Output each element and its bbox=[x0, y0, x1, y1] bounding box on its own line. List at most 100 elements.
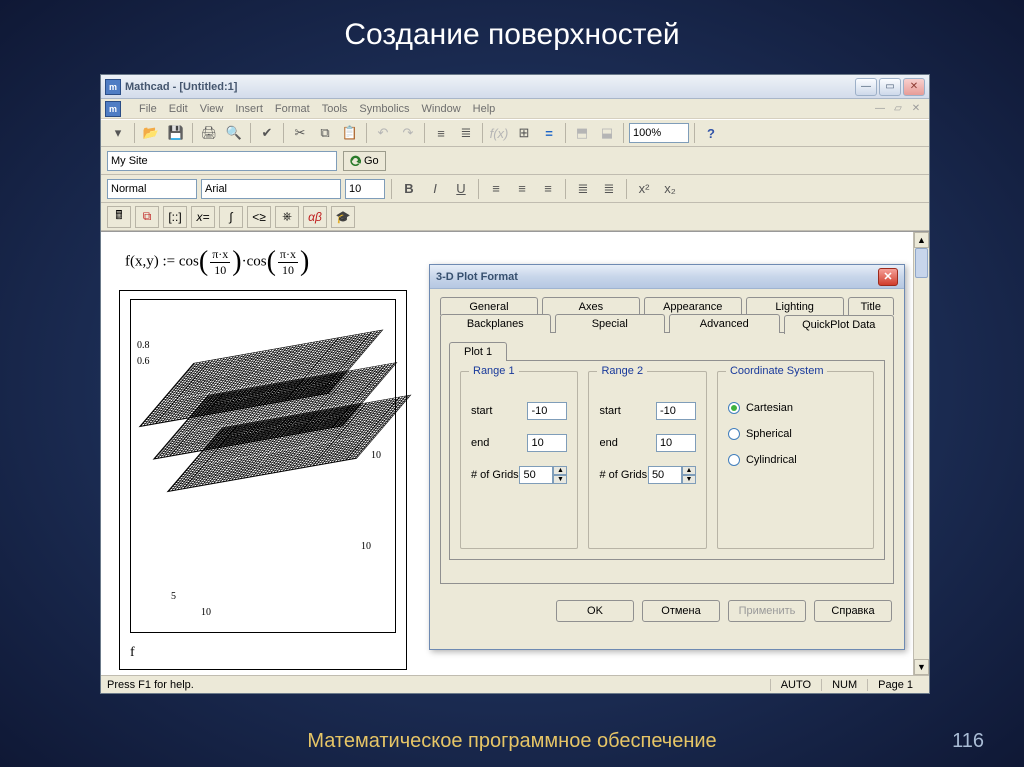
plot-3d-area[interactable]: 0.8 0.6 10 5 10 10 bbox=[130, 299, 396, 633]
style-combo[interactable] bbox=[107, 179, 197, 199]
matrix-icon[interactable]: [::] bbox=[163, 206, 187, 228]
menu-edit[interactable]: Edit bbox=[169, 103, 188, 115]
range1-start-input[interactable] bbox=[527, 402, 567, 420]
component2-icon[interactable]: ⬓ bbox=[596, 122, 618, 144]
menu-help[interactable]: Help bbox=[473, 103, 496, 115]
bold-icon[interactable]: B bbox=[398, 178, 420, 200]
menu-file[interactable]: File bbox=[139, 103, 157, 115]
help-icon[interactable]: ? bbox=[700, 122, 722, 144]
radio-cylindrical[interactable]: Cylindrical bbox=[728, 454, 863, 466]
scroll-up-icon[interactable]: ▲ bbox=[914, 232, 929, 248]
boolean-icon[interactable]: <≥ bbox=[247, 206, 271, 228]
fontsize-combo[interactable] bbox=[345, 179, 385, 199]
ok-button[interactable]: OK bbox=[556, 600, 634, 622]
zoom-combo[interactable] bbox=[629, 123, 689, 143]
mdi-restore-icon[interactable]: ▱ bbox=[891, 103, 905, 114]
menu-insert[interactable]: Insert bbox=[235, 103, 263, 115]
component-icon[interactable]: ⬒ bbox=[571, 122, 593, 144]
menu-format[interactable]: Format bbox=[275, 103, 310, 115]
italic-icon[interactable]: I bbox=[424, 178, 446, 200]
open-icon[interactable]: 📂 bbox=[140, 122, 162, 144]
formula-region[interactable]: f(x,y) := cos(π·x10)·cos(π·x10) bbox=[125, 246, 309, 278]
cancel-button[interactable]: Отмена bbox=[642, 600, 720, 622]
mdi-minimize-icon[interactable]: — bbox=[873, 103, 887, 114]
minimize-button[interactable]: — bbox=[855, 78, 877, 96]
radio-spherical[interactable]: Spherical bbox=[728, 428, 863, 440]
tab-advanced[interactable]: Advanced bbox=[669, 314, 780, 333]
spellcheck-icon[interactable]: ✔ bbox=[256, 122, 278, 144]
tab-pane-quickplot: Plot 1 Range 1 start end # of Grids ▲▼ R… bbox=[440, 332, 894, 584]
copy-icon[interactable]: ⧉ bbox=[314, 122, 336, 144]
new-icon[interactable]: ▾ bbox=[107, 122, 129, 144]
radio-cartesian[interactable]: Cartesian bbox=[728, 402, 863, 414]
radio-icon bbox=[728, 402, 740, 414]
undo-icon[interactable]: ↶ bbox=[372, 122, 394, 144]
menu-tools[interactable]: Tools bbox=[322, 103, 348, 115]
graph-icon[interactable]: ⧉ bbox=[135, 206, 159, 228]
preview-icon[interactable]: 🔍 bbox=[223, 122, 245, 144]
vertical-scrollbar[interactable]: ▲ ▼ bbox=[913, 232, 929, 675]
tab-appearance[interactable]: Appearance bbox=[644, 297, 742, 315]
symbolic-icon[interactable]: 🎓 bbox=[331, 206, 355, 228]
tab-general[interactable]: General bbox=[440, 297, 538, 315]
spin-down-icon[interactable]: ▼ bbox=[553, 475, 567, 484]
paste-icon[interactable]: 📋 bbox=[339, 122, 361, 144]
calculus-icon[interactable]: ∫ bbox=[219, 206, 243, 228]
apply-button[interactable]: Применить bbox=[728, 600, 806, 622]
align2-icon[interactable]: ≣ bbox=[455, 122, 477, 144]
underline-icon[interactable]: U bbox=[450, 178, 472, 200]
help-button[interactable]: Справка bbox=[814, 600, 892, 622]
align-left-icon[interactable]: ≡ bbox=[485, 178, 507, 200]
evaluation-icon[interactable]: x= bbox=[191, 206, 215, 228]
tab-lighting[interactable]: Lighting bbox=[746, 297, 844, 315]
spin-down-icon[interactable]: ▼ bbox=[682, 475, 696, 484]
redo-icon[interactable]: ↷ bbox=[397, 122, 419, 144]
tab-axes[interactable]: Axes bbox=[542, 297, 640, 315]
range2-start-input[interactable] bbox=[656, 402, 696, 420]
scroll-thumb[interactable] bbox=[915, 248, 928, 278]
range1-grids-input[interactable] bbox=[519, 466, 553, 484]
range2-grids-input[interactable] bbox=[648, 466, 682, 484]
align-right-icon[interactable]: ≡ bbox=[537, 178, 559, 200]
print-icon[interactable]: 🖨 bbox=[198, 122, 220, 144]
menu-symbolics[interactable]: Symbolics bbox=[359, 103, 409, 115]
programming-icon[interactable]: ⎈ bbox=[275, 206, 299, 228]
worksheet-area[interactable]: f(x,y) := cos(π·x10)·cos(π·x10) 0.8 0.6 … bbox=[101, 231, 929, 675]
tab-quickplot-data[interactable]: QuickPlot Data bbox=[784, 315, 895, 334]
save-icon[interactable]: 💾 bbox=[165, 122, 187, 144]
cut-icon[interactable]: ✂ bbox=[289, 122, 311, 144]
equal-icon[interactable]: = bbox=[538, 122, 560, 144]
subtab-plot1[interactable]: Plot 1 bbox=[449, 342, 507, 361]
range1-end-input[interactable] bbox=[527, 434, 567, 452]
maximize-button[interactable]: ▭ bbox=[879, 78, 901, 96]
plot-region[interactable]: 0.8 0.6 10 5 10 10 f bbox=[119, 290, 407, 670]
font-combo[interactable] bbox=[201, 179, 341, 199]
label-start2: start bbox=[599, 405, 620, 417]
axis-tick: 10 bbox=[361, 541, 371, 552]
close-button[interactable]: ✕ bbox=[903, 78, 925, 96]
range2-end-input[interactable] bbox=[656, 434, 696, 452]
tab-title[interactable]: Title bbox=[848, 297, 894, 315]
bullets-icon[interactable]: ≣ bbox=[572, 178, 594, 200]
site-combo[interactable] bbox=[107, 151, 337, 171]
subscript-icon[interactable]: x₂ bbox=[659, 178, 681, 200]
menu-window[interactable]: Window bbox=[422, 103, 461, 115]
tab-backplanes[interactable]: Backplanes bbox=[440, 314, 551, 333]
mdi-close-icon[interactable]: ✕ bbox=[909, 103, 923, 114]
greek-icon[interactable]: αβ bbox=[303, 206, 327, 228]
align-center-icon[interactable]: ≡ bbox=[511, 178, 533, 200]
format-toolbar: B I U ≡ ≡ ≡ ≣ ≣ x² x₂ bbox=[101, 175, 929, 203]
menu-view[interactable]: View bbox=[200, 103, 224, 115]
tab-special[interactable]: Special bbox=[555, 314, 666, 333]
superscript-icon[interactable]: x² bbox=[633, 178, 655, 200]
fx-icon[interactable]: f(x) bbox=[488, 122, 510, 144]
unit-icon[interactable]: ⊞ bbox=[513, 122, 535, 144]
spin-up-icon[interactable]: ▲ bbox=[553, 466, 567, 475]
go-button[interactable]: Go bbox=[343, 151, 386, 171]
spin-up-icon[interactable]: ▲ bbox=[682, 466, 696, 475]
dialog-close-button[interactable]: ✕ bbox=[878, 268, 898, 286]
calculator-icon[interactable]: 🖩 bbox=[107, 206, 131, 228]
numbers-icon[interactable]: ≣ bbox=[598, 178, 620, 200]
scroll-down-icon[interactable]: ▼ bbox=[914, 659, 929, 675]
align-icon[interactable]: ≡ bbox=[430, 122, 452, 144]
